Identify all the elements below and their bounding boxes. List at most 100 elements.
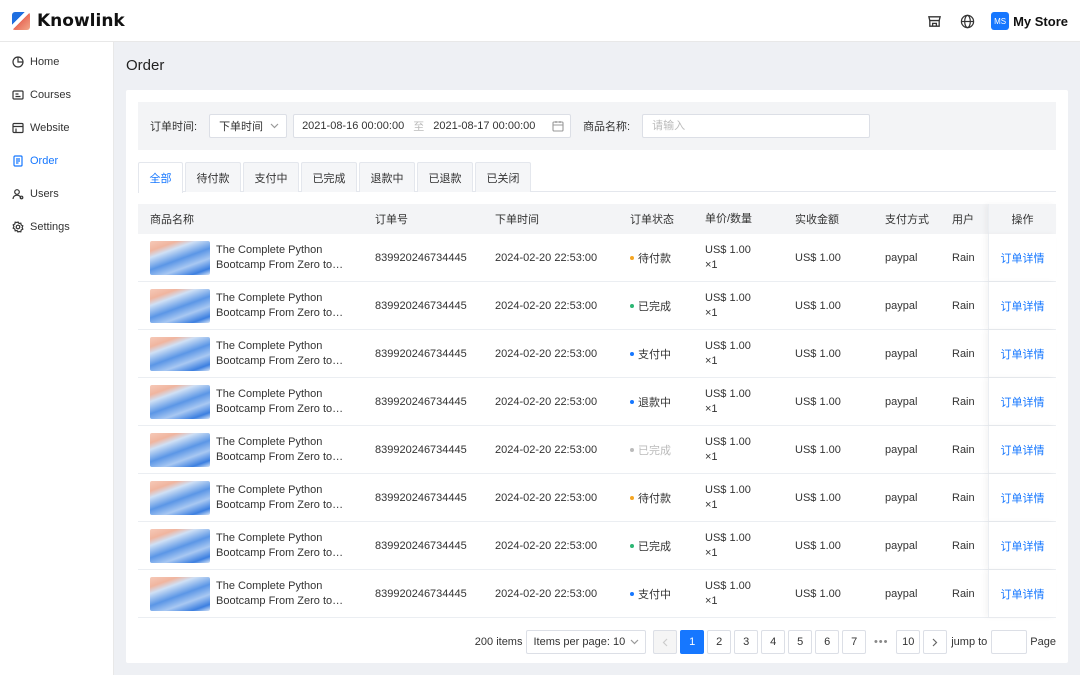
sidebar-item-order[interactable]: Order (0, 144, 113, 177)
status-dot-icon (630, 255, 634, 260)
header-status: 订单状态 (630, 214, 674, 226)
product-name[interactable]: The Complete Python Bootcamp From Zero t… (216, 387, 356, 417)
payment-method: paypal (885, 395, 918, 408)
product-name[interactable]: The Complete Python Bootcamp From Zero t… (216, 483, 356, 513)
pagination-ellipsis[interactable]: ••• (869, 636, 893, 648)
product-thumbnail[interactable] (150, 432, 210, 467)
page-button-6[interactable]: 6 (815, 630, 840, 654)
action-cell: 订单详情 (988, 282, 1056, 329)
page-button-4[interactable]: 4 (761, 630, 786, 654)
product-name[interactable]: The Complete Python Bootcamp From Zero t… (216, 339, 356, 369)
page-button-3[interactable]: 3 (734, 630, 759, 654)
jump-to-input[interactable] (991, 630, 1028, 654)
payment-method: paypal (885, 251, 918, 264)
calendar-icon (552, 121, 564, 132)
sidebar-item-website[interactable]: Website (0, 111, 113, 144)
order-detail-link[interactable]: 订单详情 (1001, 490, 1045, 506)
order-detail-link[interactable]: 订单详情 (1001, 586, 1045, 602)
received-amount: US$ 1.00 (795, 491, 841, 504)
sidebar-item-label: Users (30, 187, 59, 200)
order-detail-link[interactable]: 订单详情 (1001, 298, 1045, 314)
payment-method: paypal (885, 347, 918, 360)
logo[interactable]: Knowlink (12, 11, 125, 31)
store-icon[interactable] (925, 12, 943, 30)
sidebar: Home Courses Website Order Users Setting… (0, 42, 114, 675)
store-avatar[interactable]: MS (991, 12, 1010, 30)
page-button-last[interactable]: 10 (896, 630, 921, 654)
action-cell: 订单详情 (988, 330, 1056, 377)
order-card: 订单时间: 下单时间 2021-08-16 00:00:00 至 2021-08… (126, 90, 1068, 663)
received-amount: US$ 1.00 (795, 299, 841, 312)
product-thumbnail[interactable] (150, 288, 210, 323)
order-number: 839920246734445 (375, 299, 467, 312)
sidebar-item-courses[interactable]: Courses (0, 78, 113, 111)
page-button-7[interactable]: 7 (842, 630, 867, 654)
order-number: 839920246734445 (375, 443, 467, 456)
product-name[interactable]: The Complete Python Bootcamp From Zero t… (216, 243, 356, 273)
sidebar-item-settings[interactable]: Settings (0, 210, 113, 243)
product-name-input[interactable] (642, 114, 871, 138)
status-dot-icon (630, 351, 634, 356)
price-qty: US$ 1.00 ×1 (705, 579, 751, 609)
product-thumbnail[interactable] (150, 528, 210, 563)
product-thumbnail[interactable] (150, 240, 210, 275)
product-thumbnail[interactable] (150, 576, 210, 611)
order-status: 支付中 (630, 346, 671, 362)
order-number: 839920246734445 (375, 395, 467, 408)
globe-icon[interactable] (958, 12, 976, 30)
price-qty: US$ 1.00 ×1 (705, 291, 751, 321)
time-type-value: 下单时间 (219, 121, 264, 133)
store-name[interactable]: My Store (1013, 14, 1068, 29)
order-status: 已完成 (630, 298, 671, 314)
prev-page-button[interactable] (653, 630, 678, 654)
tab-completed[interactable]: 已完成 (301, 162, 357, 192)
unit-price: US$ 1.00 (705, 291, 751, 304)
product-thumbnail[interactable] (150, 336, 210, 371)
tab-refunded[interactable]: 已退款 (417, 162, 473, 192)
sidebar-item-label: Courses (30, 88, 71, 101)
order-detail-link[interactable]: 订单详情 (1001, 442, 1045, 458)
table-row: The Complete Python Bootcamp From Zero t… (138, 570, 1056, 618)
order-detail-link[interactable]: 订单详情 (1001, 346, 1045, 362)
page-title: Order (126, 57, 165, 74)
sidebar-item-home[interactable]: Home (0, 45, 113, 78)
time-type-select[interactable]: 下单时间 (209, 114, 288, 138)
orders-table: 商品名称 订单号 下单时间 订单状态 单价/数量 实收金额 支付方式 用户 操作… (138, 204, 1056, 618)
table-row: The Complete Python Bootcamp From Zero t… (138, 234, 1056, 282)
end-date[interactable]: 2021-08-17 00:00:00 (433, 120, 535, 132)
date-range-picker[interactable]: 2021-08-16 00:00:00 至 2021-08-17 00:00:0… (293, 114, 572, 138)
order-time: 2024-02-20 22:53:00 (495, 347, 598, 360)
received-amount: US$ 1.00 (795, 395, 841, 408)
tab-paying[interactable]: 支付中 (243, 162, 299, 192)
page-size-select[interactable]: Items per page: 10 (526, 630, 647, 654)
sidebar-item-users[interactable]: Users (0, 177, 113, 210)
product-cell: The Complete Python Bootcamp From Zero t… (150, 240, 356, 275)
status-text: 已完成 (638, 300, 671, 313)
product-thumbnail[interactable] (150, 384, 210, 419)
tab-closed[interactable]: 已关闭 (475, 162, 531, 192)
product-name[interactable]: The Complete Python Bootcamp From Zero t… (216, 291, 356, 321)
tab-pending-payment[interactable]: 待付款 (185, 162, 241, 192)
product-thumbnail[interactable] (150, 480, 210, 515)
order-detail-link[interactable]: 订单详情 (1001, 250, 1045, 266)
order-time: 2024-02-20 22:53:00 (495, 251, 598, 264)
next-page-button[interactable] (923, 630, 948, 654)
received-amount: US$ 1.00 (795, 587, 841, 600)
product-name[interactable]: The Complete Python Bootcamp From Zero t… (216, 435, 356, 465)
product-name[interactable]: The Complete Python Bootcamp From Zero t… (216, 579, 356, 609)
product-name[interactable]: The Complete Python Bootcamp From Zero t… (216, 531, 356, 561)
header-user: 用户 (952, 214, 974, 226)
order-detail-link[interactable]: 订单详情 (1001, 394, 1045, 410)
page-button-2[interactable]: 2 (707, 630, 732, 654)
tab-all[interactable]: 全部 (138, 162, 183, 193)
page-button-5[interactable]: 5 (788, 630, 813, 654)
payment-method: paypal (885, 587, 918, 600)
order-detail-link[interactable]: 订单详情 (1001, 538, 1045, 554)
order-time: 2024-02-20 22:53:00 (495, 443, 598, 456)
table-row: The Complete Python Bootcamp From Zero t… (138, 522, 1056, 570)
tab-refunding[interactable]: 退款中 (359, 162, 415, 192)
start-date[interactable]: 2021-08-16 00:00:00 (302, 120, 404, 132)
unit-price: US$ 1.00 (705, 243, 751, 256)
price-qty: US$ 1.00 ×1 (705, 339, 751, 369)
page-button-1[interactable]: 1 (680, 630, 705, 654)
